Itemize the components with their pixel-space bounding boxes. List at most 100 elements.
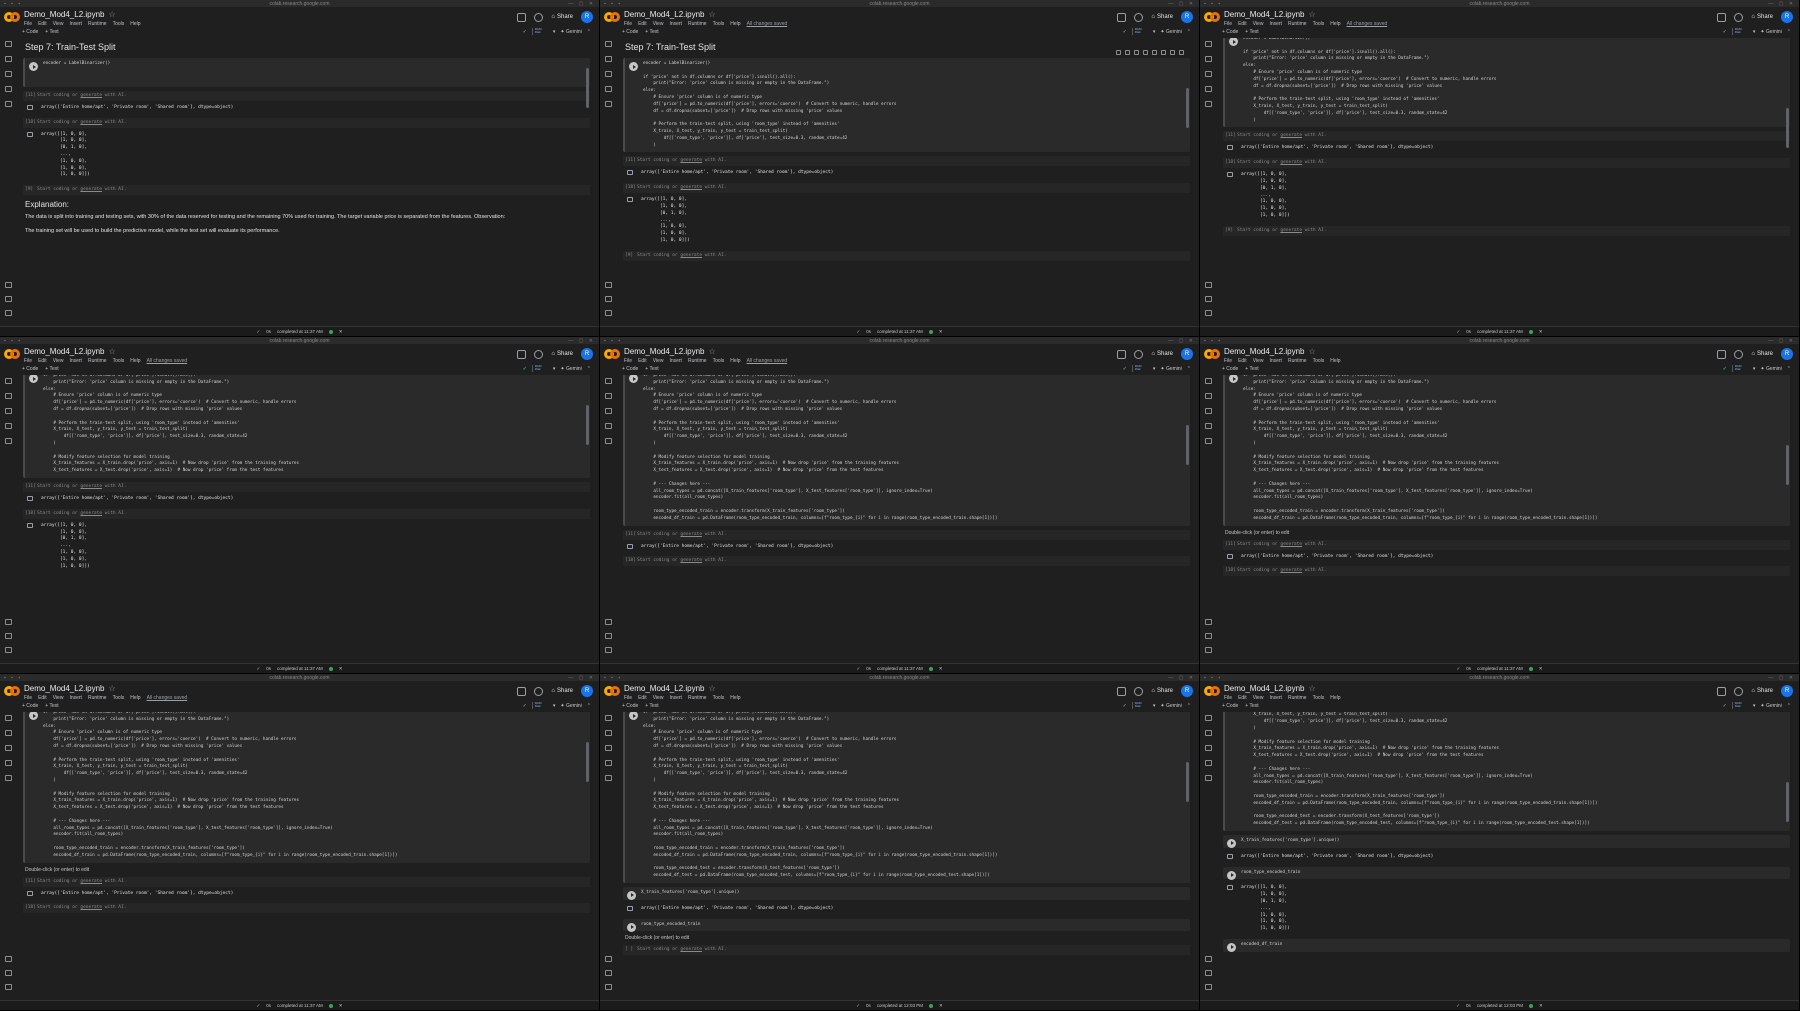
- avatar[interactable]: R: [1781, 11, 1793, 23]
- toc-icon[interactable]: [5, 715, 12, 721]
- notebook-title[interactable]: Demo_Mod4_L2.ipynb: [624, 347, 705, 356]
- ram-disk-indicator[interactable]: RAM Disk: [1131, 365, 1148, 372]
- settings-gear-icon[interactable]: [534, 349, 544, 359]
- star-icon[interactable]: ☆: [1309, 10, 1316, 19]
- cell-scrollbar[interactable]: [1786, 108, 1789, 148]
- generate-link[interactable]: generate: [1280, 542, 1302, 547]
- run-cell-button[interactable]: [629, 62, 638, 71]
- run-cell-button[interactable]: [1229, 375, 1238, 383]
- ram-disk-indicator[interactable]: RAM Disk: [1731, 365, 1748, 372]
- command-palette-icon[interactable]: [5, 970, 12, 976]
- empty-code-cell[interactable]: [18] Start coding or generate with AI.: [23, 508, 590, 519]
- colab-logo-icon[interactable]: [1204, 686, 1220, 696]
- code-cell[interactable]: encoder = LabelBinarizer() if 'price' no…: [623, 50, 1190, 153]
- notebook-title[interactable]: Demo_Mod4_L2.ipynb: [624, 684, 705, 693]
- collapse-chevron-icon[interactable]: ⌃: [587, 366, 591, 372]
- toc-icon[interactable]: [1205, 715, 1212, 721]
- comment-icon[interactable]: [517, 686, 527, 696]
- gemini-button[interactable]: ✦ Gemini: [1760, 29, 1781, 35]
- toc-icon[interactable]: [1205, 378, 1212, 384]
- output-icon[interactable]: [627, 905, 633, 911]
- cell-source[interactable]: encoded_df_train: [1241, 942, 1786, 949]
- share-button[interactable]: ⌂ Share: [1151, 351, 1173, 357]
- secrets-key-icon[interactable]: [1205, 86, 1212, 92]
- run-cell-button[interactable]: [1229, 38, 1238, 46]
- star-icon[interactable]: ☆: [1309, 684, 1316, 693]
- code-cell[interactable]: X_train_features['room_type'].unique(): [623, 886, 1190, 900]
- command-palette-icon[interactable]: [5, 633, 12, 639]
- output-icon[interactable]: [27, 104, 33, 110]
- notebook-title[interactable]: Demo_Mod4_L2.ipynb: [1224, 10, 1305, 19]
- output-icon[interactable]: [1227, 853, 1233, 859]
- colab-logo-icon[interactable]: [4, 12, 20, 22]
- browser-url[interactable]: colab.research.google.com: [869, 338, 929, 344]
- collapse-chevron-icon[interactable]: ⌃: [587, 29, 591, 35]
- delete-icon[interactable]: [1170, 50, 1175, 55]
- settings-gear-icon[interactable]: [1734, 12, 1744, 22]
- empty-code-cell[interactable]: [18] Start coding or generate with AI.: [1223, 158, 1790, 169]
- browser-url[interactable]: colab.research.google.com: [1469, 675, 1529, 681]
- ram-disk-indicator[interactable]: RAM Disk: [1731, 702, 1748, 709]
- run-cell-button[interactable]: [29, 712, 38, 720]
- ram-disk-indicator[interactable]: RAM Disk: [1731, 28, 1748, 35]
- comment-icon[interactable]: [1717, 686, 1727, 696]
- generate-link[interactable]: generate: [80, 120, 102, 125]
- add-code-button[interactable]: + Code: [22, 29, 38, 35]
- runtime-dropdown-icon[interactable]: ▾: [1153, 29, 1156, 35]
- add-code-button[interactable]: + Code: [22, 703, 38, 709]
- comment-icon[interactable]: [1717, 349, 1727, 359]
- terminal-icon[interactable]: [1205, 647, 1212, 653]
- add-text-button[interactable]: + Text: [45, 29, 58, 35]
- comment-icon[interactable]: [1117, 686, 1127, 696]
- add-text-button[interactable]: + Text: [645, 703, 658, 709]
- share-button[interactable]: ⌂ Share: [1151, 14, 1173, 20]
- cell-source[interactable]: encoder = LabelBinarizer() if 'price' no…: [1243, 38, 1786, 124]
- double-click-hint[interactable]: Double-click (or enter) to edit: [1225, 530, 1786, 536]
- add-text-button[interactable]: + Text: [1245, 29, 1258, 35]
- colab-logo-icon[interactable]: [4, 349, 20, 359]
- empty-code-cell[interactable]: [18] Start coding or generate with AI.: [623, 556, 1190, 567]
- add-code-button[interactable]: + Code: [22, 366, 38, 372]
- output-icon[interactable]: [1227, 145, 1233, 151]
- variables-icon[interactable]: [605, 408, 612, 414]
- comment-icon[interactable]: [1143, 50, 1148, 55]
- cell-source[interactable]: room_type_encoded_train: [1241, 870, 1786, 877]
- cell-scrollbar[interactable]: [1786, 782, 1789, 822]
- star-icon[interactable]: ☆: [709, 347, 716, 356]
- collapse-chevron-icon[interactable]: ⌃: [1787, 29, 1791, 35]
- status-close-icon[interactable]: ✕: [1539, 666, 1543, 672]
- run-cell-button[interactable]: [1227, 942, 1236, 952]
- add-code-button[interactable]: + Code: [1222, 29, 1238, 35]
- status-close-icon[interactable]: ✕: [939, 1003, 943, 1009]
- search-icon[interactable]: [605, 56, 612, 62]
- generate-link[interactable]: generate: [680, 532, 702, 537]
- avatar[interactable]: R: [1781, 348, 1793, 360]
- collapse-chevron-icon[interactable]: ⌃: [587, 703, 591, 709]
- notebook-title[interactable]: Demo_Mod4_L2.ipynb: [24, 10, 105, 19]
- secrets-key-icon[interactable]: [1205, 760, 1212, 766]
- code-cell[interactable]: encoder = LabelBinarizer() if 'price' no…: [1223, 38, 1790, 128]
- star-icon[interactable]: ☆: [109, 684, 116, 693]
- code-snippets-icon[interactable]: [5, 619, 12, 625]
- collapse-chevron-icon[interactable]: ⌃: [1187, 703, 1191, 709]
- generate-link[interactable]: generate: [80, 484, 102, 489]
- code-snippets-icon[interactable]: [5, 956, 12, 962]
- notebook-title[interactable]: Demo_Mod4_L2.ipynb: [24, 347, 105, 356]
- colab-logo-icon[interactable]: [1204, 12, 1220, 22]
- browser-url[interactable]: colab.research.google.com: [1469, 1, 1529, 7]
- variables-icon[interactable]: [5, 745, 12, 751]
- avatar[interactable]: R: [581, 11, 593, 23]
- status-close-icon[interactable]: ✕: [939, 666, 943, 672]
- add-text-button[interactable]: + Text: [45, 703, 58, 709]
- ram-disk-indicator[interactable]: RAM Disk: [531, 365, 548, 372]
- files-folder-icon[interactable]: [5, 775, 12, 781]
- avatar[interactable]: R: [581, 348, 593, 360]
- secrets-key-icon[interactable]: [5, 86, 12, 92]
- gemini-button[interactable]: ✦ Gemini: [1160, 29, 1181, 35]
- runtime-dropdown-icon[interactable]: ▾: [1153, 366, 1156, 372]
- add-text-button[interactable]: + Text: [645, 366, 658, 372]
- run-cell-button[interactable]: [1227, 870, 1236, 880]
- code-cell[interactable]: encoded_df_train: [1223, 938, 1790, 952]
- generate-link[interactable]: generate: [1280, 568, 1302, 573]
- star-icon[interactable]: ☆: [709, 10, 716, 19]
